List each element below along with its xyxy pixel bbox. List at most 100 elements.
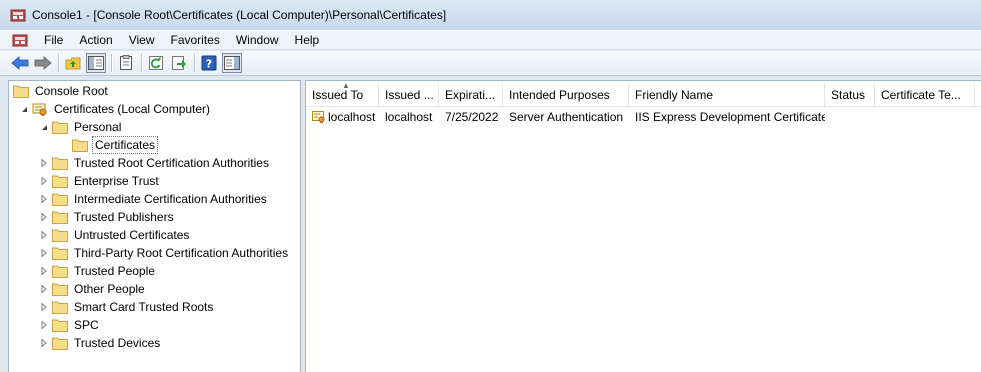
expand-icon[interactable] <box>39 172 49 190</box>
folder-icon <box>52 229 68 242</box>
svg-text:?: ? <box>206 58 212 71</box>
cell-intended-purposes: Server Authentication <box>509 110 624 124</box>
folder-icon <box>52 319 68 332</box>
expand-icon[interactable] <box>39 334 49 352</box>
menu-favorites[interactable]: Favorites <box>163 30 228 50</box>
tree-node-store[interactable]: Trusted People <box>39 262 157 280</box>
tree-node-label[interactable]: Intermediate Certification Authorities <box>72 191 269 207</box>
toolbar-separator <box>194 54 195 72</box>
tree-node-label-selected[interactable]: Certificates <box>92 136 159 154</box>
tree-node-store[interactable]: Trusted Devices <box>39 334 162 352</box>
console-tree-pane[interactable]: Console Root Certificates (Local Compute… <box>8 80 301 372</box>
tree-node-store[interactable]: Trusted Root Certification Authorities <box>39 154 271 172</box>
tree-node-label[interactable]: Third-Party Root Certification Authoriti… <box>72 245 290 261</box>
sort-ascending-icon: ▲ <box>342 83 350 90</box>
column-header-status[interactable]: Status <box>825 83 875 107</box>
show-hide-action-pane-button[interactable] <box>222 53 242 73</box>
column-header-certificate-template[interactable]: Certificate Te... <box>875 83 975 107</box>
up-one-level-button[interactable] <box>63 53 83 73</box>
tree-node-store[interactable]: Intermediate Certification Authorities <box>39 190 269 208</box>
folder-icon <box>52 157 68 170</box>
expand-icon[interactable] <box>39 244 49 262</box>
tree-node-store[interactable]: Enterprise Trust <box>39 172 161 190</box>
tree-node-label[interactable]: Trusted Root Certification Authorities <box>72 155 271 171</box>
expand-icon[interactable] <box>39 208 49 226</box>
mmc-app-icon <box>10 9 26 22</box>
tree-node-label[interactable]: Untrusted Certificates <box>72 227 191 243</box>
tree-node-label[interactable]: Smart Card Trusted Roots <box>72 299 215 315</box>
tree-node-store[interactable]: SPC <box>39 316 101 334</box>
export-list-button[interactable] <box>116 53 136 73</box>
certificates-snapin-icon <box>32 103 47 116</box>
up-folder-icon <box>65 57 81 70</box>
export-list-icon <box>120 55 132 70</box>
export-icon <box>172 56 186 70</box>
show-hide-console-tree-button[interactable] <box>86 53 106 73</box>
folder-icon <box>52 121 68 134</box>
folder-icon <box>52 211 68 224</box>
tree-node-certificates-local-computer[interactable]: Certificates (Local Computer) <box>19 100 212 118</box>
folder-icon <box>52 193 68 206</box>
show-hide-tree-icon <box>88 56 104 70</box>
result-list-pane[interactable]: ▲ Issued To Issued ... Expirati... Inten… <box>305 80 981 372</box>
tree-node-store[interactable]: Smart Card Trusted Roots <box>39 298 215 316</box>
tree-node-console-root[interactable]: Console Root <box>13 82 110 100</box>
toolbar-separator <box>58 54 59 72</box>
mmc-system-menu-icon[interactable] <box>12 32 28 48</box>
expand-icon[interactable] <box>39 190 49 208</box>
tree-node-store[interactable]: Other People <box>39 280 147 298</box>
column-header-friendly-name[interactable]: Friendly Name <box>629 83 825 107</box>
forward-button[interactable] <box>33 53 53 73</box>
collapse-icon[interactable] <box>39 118 49 136</box>
export-button[interactable] <box>169 53 189 73</box>
tree-node-store[interactable]: Untrusted Certificates <box>39 226 191 244</box>
back-button[interactable] <box>10 53 30 73</box>
tree-node-label[interactable]: Other People <box>72 281 147 297</box>
expand-icon[interactable] <box>39 154 49 172</box>
cell-certificate-template <box>875 108 975 126</box>
tree-node-store[interactable]: Trusted Publishers <box>39 208 176 226</box>
tree-node-label[interactable]: Certificates (Local Computer) <box>52 101 212 117</box>
help-button[interactable]: ? <box>199 53 219 73</box>
window-title: Console1 - [Console Root\Certificates (L… <box>32 8 447 22</box>
menu-window[interactable]: Window <box>228 30 287 50</box>
collapse-icon[interactable] <box>19 100 29 118</box>
tree-node-label[interactable]: SPC <box>72 317 101 333</box>
toolbar: ? <box>0 51 981 76</box>
expand-icon[interactable] <box>39 298 49 316</box>
expand-icon[interactable] <box>39 262 49 280</box>
folder-icon <box>13 85 29 98</box>
forward-arrow-icon <box>34 56 52 70</box>
expand-icon[interactable] <box>39 280 49 298</box>
expand-icon[interactable] <box>39 316 49 334</box>
column-header-issued-by[interactable]: Issued ... <box>379 83 439 107</box>
tree-node-certificates[interactable]: Certificates <box>72 136 159 154</box>
folder-icon <box>52 301 68 314</box>
certificate-key-icon <box>312 111 325 124</box>
tree-node-label[interactable]: Trusted Devices <box>72 335 162 351</box>
tree-node-label[interactable]: Trusted People <box>72 263 157 279</box>
list-header: ▲ Issued To Issued ... Expirati... Inten… <box>306 83 981 107</box>
tree-node-label[interactable]: Enterprise Trust <box>72 173 161 189</box>
tree-node-label[interactable]: Trusted Publishers <box>72 209 176 225</box>
help-icon: ? <box>201 55 217 71</box>
expand-icon[interactable] <box>39 226 49 244</box>
refresh-button[interactable] <box>146 53 166 73</box>
menu-file[interactable]: File <box>36 30 71 50</box>
menu-view[interactable]: View <box>121 30 163 50</box>
column-header-intended-purposes[interactable]: Intended Purposes <box>503 83 629 107</box>
tree-node-label[interactable]: Console Root <box>33 83 110 99</box>
table-row[interactable]: localhost localhost 7/25/2022 Server Aut… <box>306 108 975 126</box>
tree-node-label[interactable]: Personal <box>72 119 123 135</box>
toolbar-separator <box>111 54 112 72</box>
column-header-expiration[interactable]: Expirati... <box>439 83 503 107</box>
cell-status <box>825 108 875 126</box>
menu-action[interactable]: Action <box>71 30 120 50</box>
tree-node-store[interactable]: Third-Party Root Certification Authoriti… <box>39 244 290 262</box>
menu-help[interactable]: Help <box>287 30 328 50</box>
folder-icon <box>52 175 68 188</box>
column-header-issued-to[interactable]: ▲ Issued To <box>306 83 379 107</box>
folder-icon <box>52 337 68 350</box>
cell-issued-to: localhost <box>306 108 379 126</box>
tree-node-personal[interactable]: Personal <box>39 118 123 136</box>
